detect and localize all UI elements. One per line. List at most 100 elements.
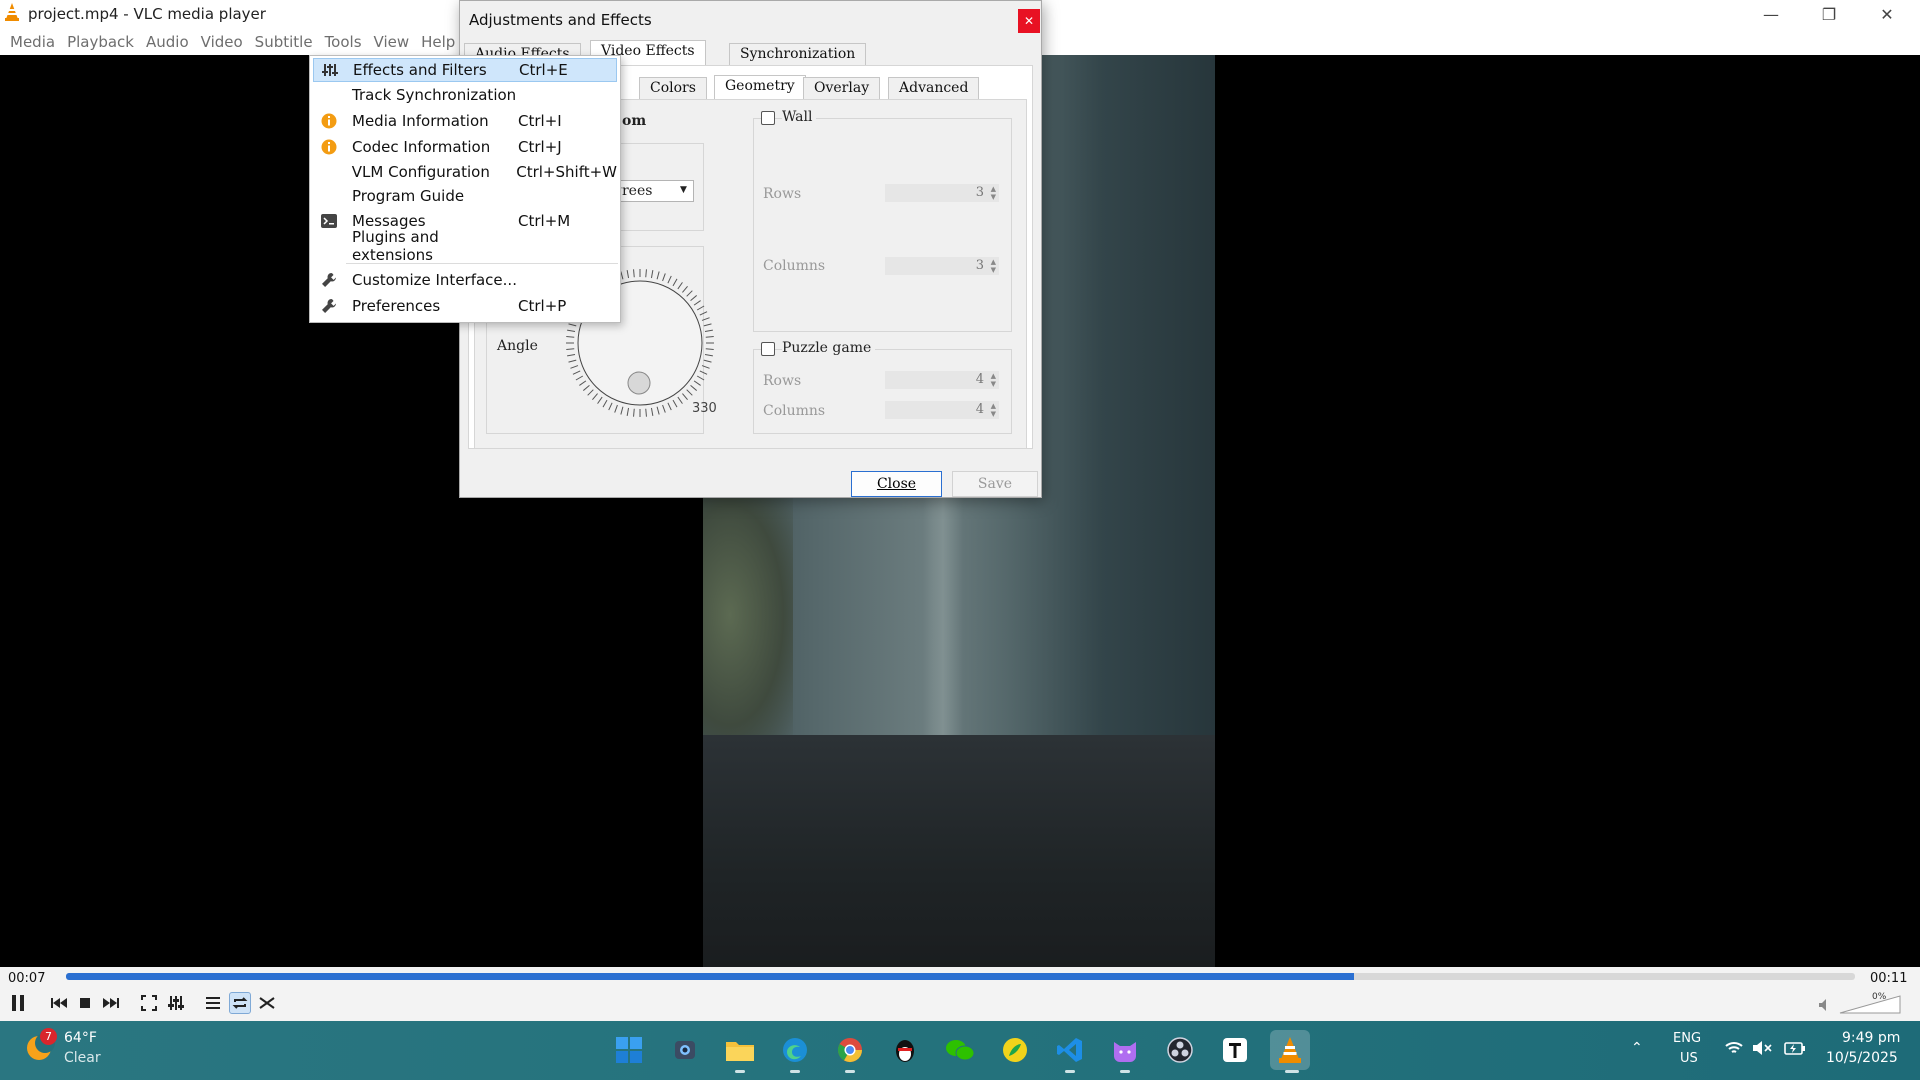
playlist-button[interactable] xyxy=(202,992,224,1014)
wall-columns-spinbox[interactable]: 3 ▲ ▼ xyxy=(885,257,999,275)
spin-arrows-icon: ▲ ▼ xyxy=(990,372,996,388)
menu-tools[interactable]: Tools xyxy=(319,33,368,51)
taskbar-cat-app[interactable] xyxy=(1105,1030,1145,1070)
volume-status[interactable] xyxy=(1752,1040,1772,1060)
taskbar-music-app[interactable] xyxy=(995,1030,1035,1070)
menu-item-program-guide[interactable]: Program Guide xyxy=(313,184,617,208)
wall-label: Wall xyxy=(782,109,817,125)
taskbar-chrome[interactable] xyxy=(830,1030,870,1070)
save-button[interactable]: Save xyxy=(952,471,1038,497)
elapsed-time: 00:07 xyxy=(8,971,46,986)
language-indicator[interactable]: ENG xyxy=(1673,1031,1701,1046)
dialog-close-button[interactable]: ✕ xyxy=(1018,9,1040,33)
vscode-icon xyxy=(1057,1038,1082,1062)
region-indicator: US xyxy=(1680,1051,1698,1066)
menu-item-track-synchronization[interactable]: Track Synchronization xyxy=(313,83,617,107)
menu-item-vlm-configuration[interactable]: VLM Configuration Ctrl+Shift+W xyxy=(313,160,617,184)
shuffle-button[interactable] xyxy=(256,992,278,1014)
subtab-geometry[interactable]: Geometry xyxy=(714,75,806,101)
extended-settings-button[interactable] xyxy=(165,992,187,1014)
menu-subtitle[interactable]: Subtitle xyxy=(249,33,319,51)
wall-columns-value: 3 xyxy=(975,258,984,273)
close-window-button[interactable]: ✕ xyxy=(1858,0,1916,28)
previous-button[interactable] xyxy=(48,992,70,1014)
subtab-colors[interactable]: Colors xyxy=(639,77,707,99)
chevron-up-icon: ⌃ xyxy=(1631,1040,1643,1056)
taskbar-wechat[interactable] xyxy=(940,1030,980,1070)
puzzle-columns-value: 4 xyxy=(975,402,984,417)
wrench-icon xyxy=(322,273,336,287)
battery-status[interactable] xyxy=(1784,1040,1806,1060)
weather-desc: Clear xyxy=(64,1050,101,1066)
loop-button[interactable] xyxy=(229,992,251,1014)
clock-time[interactable]: 9:49 pm xyxy=(1842,1030,1900,1046)
tray-overflow-button[interactable]: ⌃ xyxy=(1631,1040,1643,1056)
wall-rows-spinbox[interactable]: 3 ▲ ▼ xyxy=(885,184,999,202)
taskbar-file-explorer[interactable] xyxy=(720,1030,760,1070)
wifi-status[interactable] xyxy=(1724,1040,1744,1060)
taskbar-camera-app[interactable] xyxy=(665,1030,705,1070)
weather-widget[interactable]: 7 xyxy=(22,1028,57,1068)
taskbar-vscode[interactable] xyxy=(1050,1030,1090,1070)
angle-dial-knob[interactable] xyxy=(627,371,651,395)
spin-arrows-icon: ▲ ▼ xyxy=(990,402,996,418)
windows-icon xyxy=(616,1037,642,1063)
angle-label: Angle xyxy=(497,338,538,354)
info-icon xyxy=(321,113,337,129)
puzzle-checkbox[interactable] xyxy=(761,342,775,356)
menu-playback[interactable]: Playback xyxy=(61,33,140,51)
menu-help[interactable]: Help xyxy=(415,33,461,51)
volume-slider[interactable]: 0% xyxy=(1838,992,1902,1014)
menu-item-preferences[interactable]: Preferences Ctrl+P xyxy=(313,294,617,318)
taskbar-vlc[interactable] xyxy=(1270,1030,1310,1070)
menu-separator xyxy=(346,263,618,264)
menu-item-media-information[interactable]: Media Information Ctrl+I xyxy=(313,109,617,133)
taskbar-edge[interactable] xyxy=(775,1030,815,1070)
transform-label-partial: om xyxy=(622,113,647,129)
puzzle-rows-spinbox[interactable]: 4 ▲ ▼ xyxy=(885,371,999,389)
stop-button[interactable] xyxy=(74,992,96,1014)
edge-icon xyxy=(783,1038,807,1062)
start-button[interactable] xyxy=(609,1030,649,1070)
dialog-title: Adjustments and Effects xyxy=(469,11,652,29)
restore-button[interactable]: ❐ xyxy=(1800,0,1858,28)
menu-item-customize-interface[interactable]: Customize Interface... xyxy=(313,268,617,292)
subtab-advanced[interactable]: Advanced xyxy=(888,77,980,99)
seek-bar[interactable] xyxy=(66,973,1855,980)
menu-item-plugins-and-extensions[interactable]: Plugins and extensions xyxy=(313,228,617,264)
wifi-icon xyxy=(1725,1042,1743,1053)
taskbar-obs[interactable] xyxy=(1160,1030,1200,1070)
volume-value: 0% xyxy=(1872,992,1887,1002)
vlc-icon xyxy=(1279,1037,1301,1063)
close-button[interactable]: Close xyxy=(851,471,942,497)
mute-button[interactable] xyxy=(1818,998,1832,1016)
wall-checkbox[interactable] xyxy=(761,111,775,125)
menu-video[interactable]: Video xyxy=(195,33,249,51)
info-icon xyxy=(321,139,337,155)
fullscreen-button[interactable] xyxy=(138,992,160,1014)
puzzle-label: Puzzle game xyxy=(782,340,876,356)
close-icon: ✕ xyxy=(1023,14,1035,28)
taskbar-qq[interactable] xyxy=(885,1030,925,1070)
minimize-icon: — xyxy=(1763,4,1779,24)
taskbar-typora[interactable] xyxy=(1215,1030,1255,1070)
tab-synchronization[interactable]: Synchronization xyxy=(729,43,867,65)
menu-view[interactable]: View xyxy=(368,33,416,51)
speaker-muted-icon xyxy=(1753,1041,1772,1055)
minimize-button[interactable]: — xyxy=(1742,0,1800,28)
pause-button[interactable] xyxy=(7,992,29,1014)
window-title: project.mp4 - VLC media player xyxy=(28,5,266,23)
close-icon: ✕ xyxy=(1880,4,1894,24)
subtab-overlay[interactable]: Overlay xyxy=(803,77,881,99)
menu-audio[interactable]: Audio xyxy=(140,33,195,51)
menu-item-codec-information[interactable]: Codec Information Ctrl+J xyxy=(313,135,617,159)
playlist-icon xyxy=(206,997,220,1009)
menu-media[interactable]: Media xyxy=(4,33,61,51)
menu-item-effects-and-filters[interactable]: Effects and Filters Ctrl+E xyxy=(313,58,617,82)
total-time: 00:11 xyxy=(1870,971,1908,986)
skip-forward-icon xyxy=(103,998,119,1008)
wall-group xyxy=(753,118,1012,332)
tools-menu: Effects and Filters Ctrl+E Track Synchro… xyxy=(309,55,621,323)
puzzle-columns-spinbox[interactable]: 4 ▲ ▼ xyxy=(885,401,999,419)
next-button[interactable] xyxy=(100,992,122,1014)
